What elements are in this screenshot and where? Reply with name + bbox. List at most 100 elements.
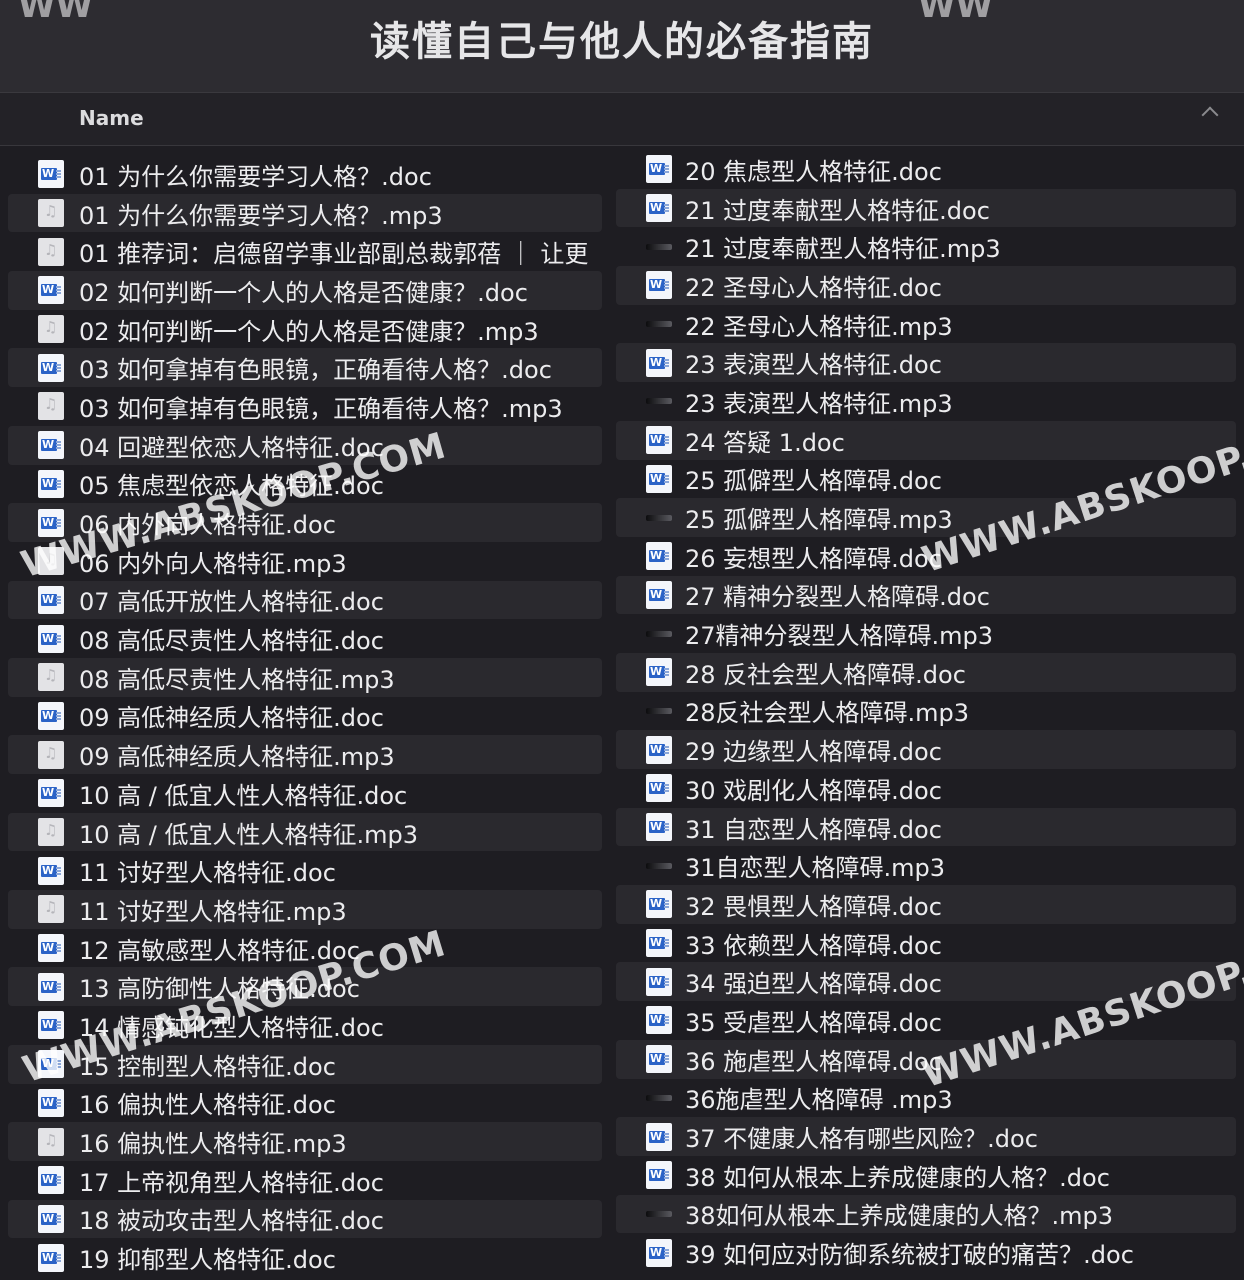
file-row[interactable]: 28 反社会型人格障碍.doc [616, 652, 1236, 692]
file-name: 32 畏惧型人格障碍.doc [685, 892, 942, 921]
file-row[interactable]: 16 偏执性人格特征.mp3 [8, 1122, 602, 1161]
doc-lines [664, 165, 669, 168]
file-row[interactable]: 18 被动攻击型人格特征.doc [8, 1199, 602, 1239]
file-row[interactable]: 03 如何拿掉有色眼镜，正确看待人格？.mp3 [8, 387, 602, 426]
file-name: 31 自恋型人格障碍.doc [685, 815, 942, 844]
file-name: 18 被动攻击型人格特征.doc [79, 1207, 384, 1236]
file-row[interactable]: 08 高低尽责性人格特征.mp3 [8, 657, 602, 697]
file-row[interactable]: 29 边缘型人格障碍.doc [616, 730, 1236, 769]
file-row[interactable]: 10 高 / 低宜人性人格特征.doc [8, 774, 602, 813]
doc-lines [664, 784, 669, 787]
word-document-icon [38, 1204, 64, 1233]
audio-file-icon [646, 514, 672, 521]
doc-lines [56, 1098, 61, 1101]
file-row[interactable]: 01 为什么你需要学习人格？.mp3 [8, 193, 602, 233]
file-name: 19 抑郁型人格特征.doc [79, 1246, 336, 1275]
file-row[interactable]: 16 偏执性人格特征.doc [8, 1084, 602, 1123]
file-row[interactable]: 39 如何应对防御系统被打破的痛苦？.doc [616, 1233, 1236, 1272]
file-row[interactable]: 03 如何拿掉有色眼镜，正确看待人格？.doc [8, 348, 602, 388]
audio-file-icon [38, 818, 64, 847]
file-name: 23 表演型人格特征.doc [685, 351, 942, 380]
file-name: 02 如何判断一个人的人格是否健康？.doc [79, 278, 528, 307]
file-name: 38如何从根本上养成健康的人格？.mp3 [685, 1202, 1114, 1231]
doc-lines [56, 1021, 61, 1024]
file-row[interactable]: 31自恋型人格障碍.mp3 [616, 846, 1236, 885]
file-name: 31自恋型人格障碍.mp3 [685, 854, 946, 883]
file-row[interactable]: 02 如何判断一个人的人格是否健康？.mp3 [8, 310, 602, 349]
file-name: 34 强迫型人格障碍.doc [685, 970, 942, 999]
window-titlebar: 读懂自己与他人的必备指南 [0, 0, 1244, 93]
file-row[interactable]: 24 答疑 1.doc [616, 420, 1236, 460]
doc-lines [664, 474, 669, 477]
watermark-corner-right: WW [918, 0, 994, 26]
file-row[interactable]: 11 讨好型人格特征.doc [8, 851, 602, 890]
file-row[interactable]: 38如何从根本上养成健康的人格？.mp3 [616, 1194, 1236, 1234]
doc-lines [56, 363, 61, 366]
audio-file-icon [38, 199, 64, 228]
file-row[interactable]: 02 如何判断一个人的人格是否健康？.doc [8, 271, 602, 310]
file-row[interactable]: 27 精神分裂型人格障碍.doc [616, 575, 1236, 615]
file-row[interactable]: 19 抑郁型人格特征.doc [8, 1238, 602, 1277]
word-document-icon [646, 735, 672, 764]
file-name: 28 反社会型人格障碍.doc [685, 660, 966, 689]
file-row[interactable]: 27精神分裂型人格障碍.mp3 [616, 614, 1236, 653]
word-document-icon [38, 160, 64, 189]
file-row[interactable]: 17 上帝视角型人格特征.doc [8, 1161, 602, 1200]
word-document-icon [38, 972, 64, 1001]
file-row[interactable]: 11 讨好型人格特征.mp3 [8, 890, 602, 929]
list-header[interactable]: Name [0, 93, 1244, 146]
doc-lines [56, 1214, 61, 1217]
file-row[interactable]: 01 为什么你需要学习人格？.doc [8, 155, 602, 194]
file-row[interactable]: 33 依赖型人格障碍.doc [616, 924, 1236, 963]
doc-lines [56, 1176, 61, 1179]
file-list-left: 01 为什么你需要学习人格？.doc 01 为什么你需要学习人格？.mp3 01 推… [8, 155, 602, 1277]
file-row[interactable]: 28反社会型人格障碍.mp3 [616, 692, 1236, 731]
file-row[interactable]: 37 不健康人格有哪些风险？.doc [616, 1117, 1236, 1156]
file-row[interactable]: 08 高低尽责性人格特征.doc [8, 619, 602, 658]
file-name: 24 答疑 1.doc [685, 428, 845, 457]
file-row[interactable]: 04 回避型依恋人格特征.doc [8, 425, 602, 465]
word-document-icon [646, 464, 672, 493]
file-name: 37 不健康人格有哪些风险？.doc [685, 1125, 1038, 1154]
file-row[interactable]: 07 高低开放性人格特征.doc [8, 580, 602, 620]
file-name: 39 如何应对防御系统被打破的痛苦？.doc [685, 1241, 1134, 1270]
file-name: 35 受虐型人格障碍.doc [685, 1008, 942, 1037]
file-name: 02 如何判断一个人的人格是否健康？.mp3 [79, 317, 539, 346]
name-column-header[interactable]: Name [79, 106, 144, 130]
file-row[interactable]: 23 表演型人格特征.doc [616, 343, 1236, 383]
file-row[interactable]: 23 表演型人格特征.mp3 [616, 382, 1236, 421]
file-row[interactable]: 38 如何从根本上养成健康的人格？.doc [616, 1156, 1236, 1195]
audio-file-icon [646, 630, 672, 637]
file-row[interactable]: 12 高敏感型人格特征.doc [8, 929, 602, 968]
word-document-icon [646, 1006, 672, 1035]
word-document-icon [38, 1243, 64, 1272]
file-name: 22 圣母心人格特征.mp3 [685, 312, 953, 341]
file-name: 09 高低神经质人格特征.mp3 [79, 743, 395, 772]
word-document-icon [38, 779, 64, 808]
audio-file-icon [646, 707, 672, 714]
doc-lines [56, 1253, 61, 1256]
audio-file-icon [646, 1210, 672, 1217]
word-document-icon [38, 1011, 64, 1040]
file-row[interactable]: 09 高低神经质人格特征.mp3 [8, 735, 602, 774]
file-name: 01 为什么你需要学习人格？.mp3 [79, 201, 443, 230]
file-row[interactable]: 21 过度奉献型人格特征.mp3 [616, 227, 1236, 266]
file-row[interactable]: 01 推荐词：启德留学事业部副总裁郭蓓 ｜ 让更 [8, 232, 602, 271]
chevron-up-icon[interactable] [1201, 106, 1219, 124]
audio-file-icon [38, 1127, 64, 1156]
file-row[interactable]: 09 高低神经质人格特征.doc [8, 697, 602, 736]
doc-lines [56, 479, 61, 482]
doc-lines [664, 1132, 669, 1135]
file-name: 03 如何拿掉有色眼镜，正确看待人格？.doc [79, 356, 552, 385]
file-row[interactable]: 31 自恋型人格障碍.doc [616, 807, 1236, 847]
file-row[interactable]: 32 畏惧型人格障碍.doc [616, 885, 1236, 924]
file-row[interactable]: 22 圣母心人格特征.doc [616, 266, 1236, 305]
file-row[interactable]: 21 过度奉献型人格特征.doc [616, 188, 1236, 228]
file-row[interactable]: 20 焦虑型人格特征.doc [616, 150, 1236, 189]
word-document-icon [38, 856, 64, 885]
word-document-icon [646, 1238, 672, 1267]
file-row[interactable]: 22 圣母心人格特征.mp3 [616, 305, 1236, 344]
doc-lines [56, 170, 61, 173]
file-row[interactable]: 30 戏剧化人格障碍.doc [616, 769, 1236, 808]
file-row[interactable]: 10 高 / 低宜人性人格特征.mp3 [8, 812, 602, 852]
